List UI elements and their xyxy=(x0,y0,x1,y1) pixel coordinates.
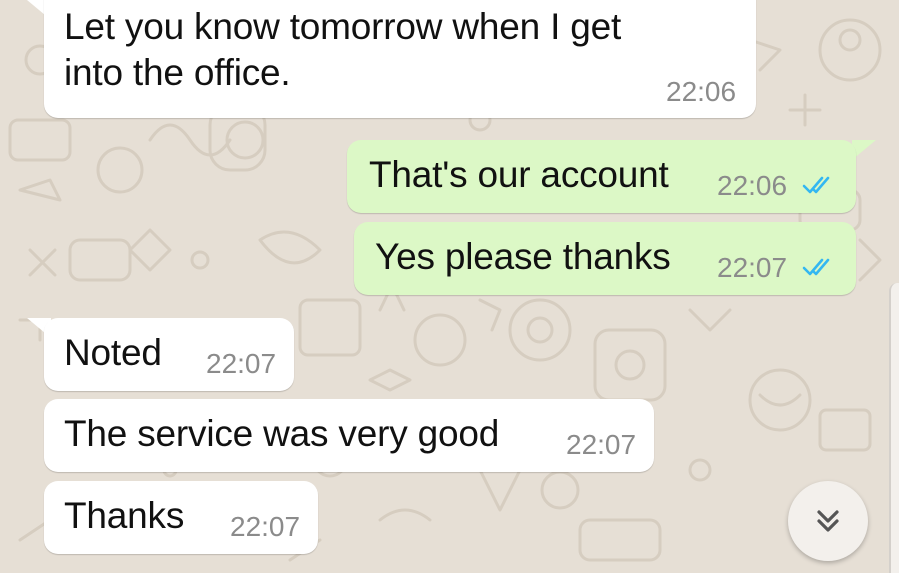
message-bubble-incoming[interactable]: Let you know tomorrow when I get into th… xyxy=(44,0,756,118)
message-text: into the office. xyxy=(64,52,291,93)
message-timestamp: 22:07 xyxy=(566,429,637,460)
scroll-to-bottom-button[interactable] xyxy=(788,481,868,561)
message-text: Noted xyxy=(64,332,162,373)
message-text: Yes please thanks xyxy=(375,236,671,277)
message-text: That's our account xyxy=(369,154,669,195)
double-chevron-down-icon xyxy=(817,510,839,532)
message-timestamp: 22:07 xyxy=(206,348,277,379)
message-bubble-outgoing[interactable]: That's our account 22:06 xyxy=(347,140,856,213)
message-timestamp: 22:06 xyxy=(666,76,737,107)
message-bubble-outgoing[interactable]: Yes please thanks 22:07 xyxy=(354,222,856,295)
message-text: The service was very good xyxy=(64,413,500,454)
message-bubble-incoming[interactable]: Thanks 22:07 xyxy=(44,481,318,554)
message-text: Thanks xyxy=(64,495,185,536)
conversation: Let you know tomorrow when I get into th… xyxy=(0,0,899,573)
message-text: Let you know tomorrow when I get xyxy=(64,6,622,47)
message-bubble-incoming[interactable]: Noted 22:07 xyxy=(44,318,294,391)
read-receipt-icon xyxy=(802,258,830,276)
message-timestamp: 22:07 xyxy=(230,511,301,542)
read-receipt-icon xyxy=(802,176,830,194)
side-panel-edge xyxy=(889,283,899,573)
message-bubble-incoming[interactable]: The service was very good 22:07 xyxy=(44,399,654,472)
message-timestamp: 22:07 xyxy=(717,252,788,283)
message-timestamp: 22:06 xyxy=(717,170,788,201)
